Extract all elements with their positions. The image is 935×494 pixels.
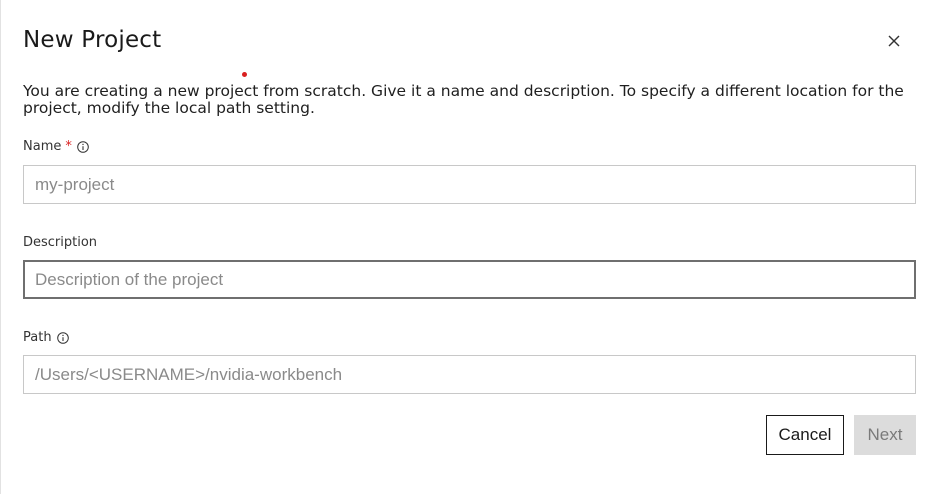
new-project-dialog: New Project You are creating a new proje… [0, 0, 935, 494]
cancel-button[interactable]: Cancel [766, 415, 844, 455]
dialog-title: New Project [23, 27, 162, 53]
close-icon[interactable] [884, 31, 904, 51]
path-label-text: Path [23, 330, 52, 345]
info-icon[interactable] [77, 140, 89, 153]
required-marker: * [65, 139, 72, 154]
dialog-description: You are creating a new project from scra… [23, 82, 904, 117]
path-input[interactable] [23, 355, 916, 394]
path-field-label: Path [23, 330, 69, 345]
description-field-label: Description [23, 235, 97, 250]
next-button[interactable]: Next [854, 415, 916, 455]
name-input[interactable] [23, 165, 916, 204]
description-label-text: Description [23, 235, 98, 250]
name-field-label: Name * [23, 139, 89, 154]
cursor-marker-dot [242, 72, 247, 77]
description-input[interactable] [23, 260, 916, 299]
name-label-text: Name [23, 139, 62, 154]
info-icon[interactable] [56, 331, 69, 344]
